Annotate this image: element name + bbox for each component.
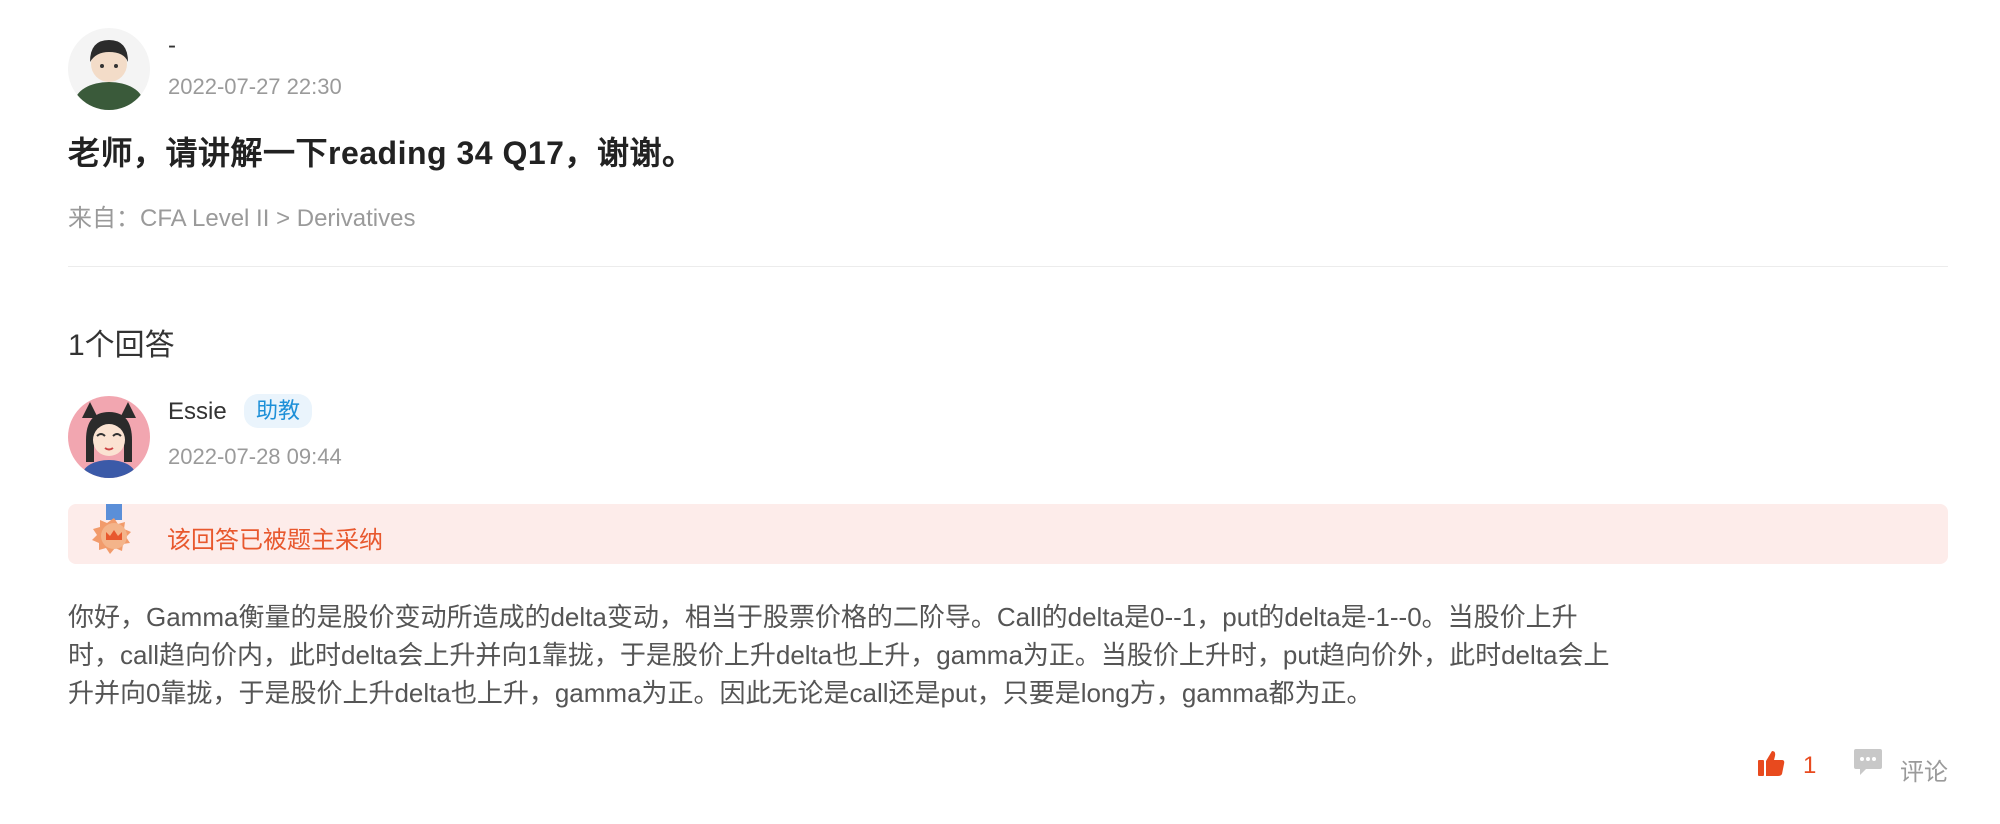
comment-icon[interactable]: [1852, 748, 1884, 778]
question-source-breadcrumb[interactable]: 来自：CFA Level II > Derivatives: [68, 198, 415, 233]
asker-name[interactable]: -: [168, 32, 176, 60]
question-timestamp: 2022-07-27 22:30: [168, 74, 342, 99]
answer-body-line: 你好，Gamma衡量的是股价变动所造成的delta变动，相当于股票价格的二阶导。…: [68, 602, 1578, 632]
assistant-role-badge: 助教: [244, 394, 313, 428]
asker-avatar[interactable]: [68, 28, 150, 110]
thumbs-up-icon[interactable]: [1756, 748, 1786, 778]
answers-count-heading: 1个回答: [68, 329, 175, 362]
answer-body: 你好，Gamma衡量的是股价变动所造成的delta变动，相当于股票价格的二阶导。…: [68, 598, 1768, 712]
answer-body-line: 升并向0靠拢，于是股价上升delta也上升，gamma为正。因此无论是call还…: [68, 678, 1373, 708]
adopted-answer-text: 该回答已被题主采纳: [167, 527, 383, 554]
answerer-avatar[interactable]: [68, 396, 150, 478]
like-count[interactable]: 1: [1803, 752, 1816, 780]
answer-timestamp: 2022-07-28 09:44: [168, 444, 342, 469]
medal-icon: [84, 504, 144, 566]
comment-button[interactable]: 评论: [1900, 752, 1948, 787]
answerer-name[interactable]: Essie: [168, 398, 227, 426]
section-divider: [68, 266, 1948, 267]
answer-body-line: 时，call趋向价内，此时delta会上升并向1靠拢，于是股价上升delta也上…: [68, 640, 1610, 670]
question-title: 老师，请讲解一下reading 34 Q17，谢谢。: [68, 135, 695, 171]
